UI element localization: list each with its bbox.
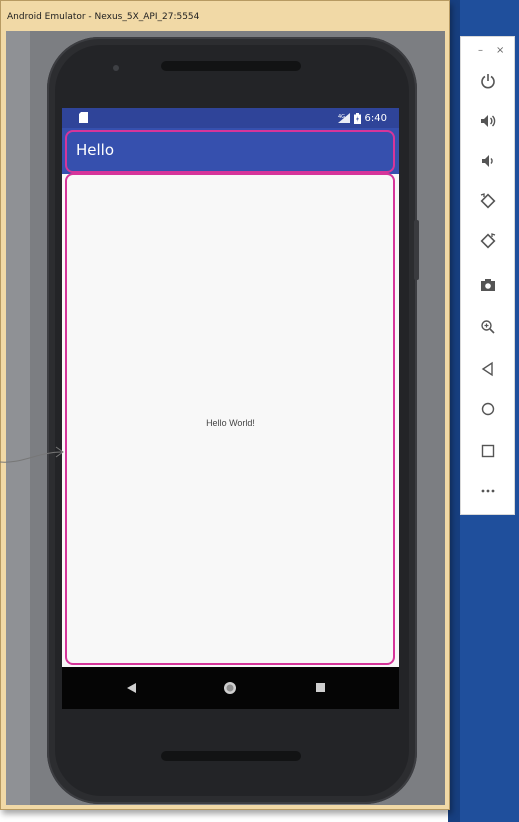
callout-arrow <box>0 446 64 463</box>
content-highlight <box>65 173 395 665</box>
toolbar-close-button[interactable]: × <box>496 45 504 57</box>
back-icon <box>481 361 493 377</box>
zoom-icon <box>481 320 495 334</box>
recents-icon[interactable] <box>316 683 325 692</box>
toolbar-minimize-button[interactable]: – <box>478 45 483 57</box>
camera-icon <box>481 279 495 291</box>
volume-up-button[interactable] <box>476 109 500 133</box>
status-indicators: 4G 6:40 <box>337 108 387 128</box>
bottom-speaker <box>161 751 301 761</box>
viewport-edge <box>6 31 30 805</box>
screenshot-button[interactable] <box>476 273 500 297</box>
rotate-right-button[interactable] <box>476 229 500 253</box>
rotate-right-icon <box>480 233 496 249</box>
back-icon[interactable] <box>127 683 136 693</box>
navigation-bar <box>62 667 399 709</box>
volume-down-icon <box>482 155 493 167</box>
more-icon <box>481 489 495 493</box>
front-camera <box>113 65 119 71</box>
status-bar: 4G 6:40 <box>62 108 399 128</box>
volume-up-icon <box>481 115 496 127</box>
power-icon <box>481 74 495 89</box>
more-button[interactable] <box>476 479 500 503</box>
phone-side-button[interactable] <box>414 220 419 280</box>
zoom-button[interactable] <box>476 315 500 339</box>
rotate-left-button[interactable] <box>476 189 500 213</box>
window-title: Android Emulator - Nexus_5X_API_27:5554 <box>7 12 200 22</box>
signal-icon: 4G <box>337 113 350 123</box>
rotate-left-icon <box>480 193 496 209</box>
sd-card-icon <box>79 112 88 123</box>
earpiece-speaker <box>161 61 301 71</box>
svg-text:4G: 4G <box>338 114 345 120</box>
overview-icon <box>481 444 495 458</box>
overview-button[interactable] <box>476 439 500 463</box>
power-button[interactable] <box>476 69 500 93</box>
status-time: 6:40 <box>364 112 387 124</box>
emulator-toolbar: – × <box>460 36 515 515</box>
volume-down-button[interactable] <box>476 149 500 173</box>
home-button[interactable] <box>476 397 500 421</box>
battery-icon <box>353 112 361 124</box>
home-icon <box>481 402 495 416</box>
app-bar-highlight <box>65 130 395 173</box>
home-icon[interactable] <box>223 681 237 695</box>
back-button[interactable] <box>476 357 500 381</box>
toolbar-window-controls: – × <box>461 45 516 57</box>
